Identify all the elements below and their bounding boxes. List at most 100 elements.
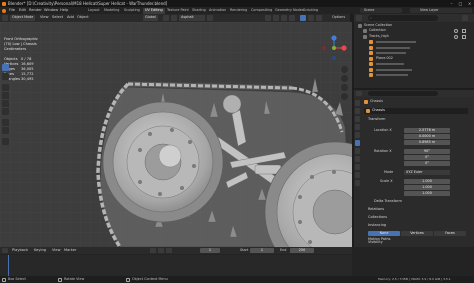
properties-search-input[interactable] [368, 91, 438, 96]
scene-tab-icon[interactable] [355, 124, 360, 130]
output-tab-icon[interactable] [355, 116, 360, 122]
menu-view[interactable]: View [52, 248, 61, 253]
tab-scripting[interactable]: Scripting [301, 8, 320, 14]
editor-type-icon[interactable] [2, 15, 8, 21]
camera-icon[interactable] [462, 34, 466, 39]
camera-icon[interactable] [462, 29, 466, 33]
instancing-vertices-button[interactable]: Vertices [401, 231, 433, 236]
tab-uv-editing[interactable]: UV Editing [143, 7, 165, 14]
list-item[interactable]: Collection [354, 28, 474, 34]
tab-modeling[interactable]: Modeling [102, 8, 121, 14]
menu-add[interactable]: Add [67, 15, 74, 20]
add-cube-tool-icon[interactable] [2, 138, 9, 145]
instancing-faces-button[interactable]: Faces [434, 231, 466, 236]
world-tab-icon[interactable] [355, 132, 360, 138]
shading-rendered-icon[interactable] [316, 15, 322, 21]
pivot-icon[interactable] [163, 15, 169, 21]
end-frame-field[interactable]: 250 [290, 248, 314, 253]
navigation-gizmo[interactable] [320, 34, 348, 62]
instancing-none-button[interactable]: None [368, 231, 400, 236]
outliner-search-input[interactable]: ⌕ [368, 15, 438, 21]
menu-edit[interactable]: Edit [19, 8, 26, 13]
section-transform[interactable]: Transform [368, 117, 385, 123]
tab-sculpting[interactable]: Sculpting [122, 8, 142, 14]
list-item[interactable] [354, 62, 474, 67]
physics-tab-icon[interactable] [355, 156, 360, 162]
timeline-track-area[interactable] [0, 255, 352, 276]
object-name-field[interactable]: Chassis [364, 108, 468, 114]
scale-y-field[interactable]: 1.000 [404, 185, 450, 190]
playhead[interactable] [8, 255, 9, 276]
overlays-icon[interactable] [281, 15, 287, 21]
menu-help[interactable]: Help [60, 8, 68, 13]
jump-end-icon[interactable] [166, 248, 172, 253]
list-item[interactable]: Tracks_high [354, 34, 474, 39]
rotation-x-field[interactable]: 90° [404, 149, 450, 154]
tab-animation[interactable]: Animation [207, 8, 228, 14]
location-x-field[interactable]: 2.5776 m [404, 128, 450, 133]
tool-tab-icon[interactable] [355, 100, 360, 106]
minimize-icon[interactable]: – [449, 1, 454, 6]
menu-select[interactable]: Select [52, 15, 63, 20]
list-item[interactable] [354, 67, 474, 72]
select-box-tool-icon[interactable] [2, 64, 9, 71]
menu-file[interactable]: File [9, 8, 15, 13]
snap-icon[interactable] [171, 15, 177, 21]
tab-shading[interactable]: Shading [190, 8, 208, 14]
scale-tool-icon[interactable] [2, 100, 9, 107]
scene-selector[interactable]: Scene [360, 8, 402, 13]
eye-icon[interactable] [454, 34, 458, 39]
rotation-z-field[interactable]: 0° [404, 161, 450, 166]
tab-texture-paint[interactable]: Texture Paint [165, 8, 191, 14]
editor-type-icon[interactable] [356, 91, 362, 96]
zoom-icon[interactable] [341, 66, 348, 73]
editor-type-icon[interactable] [356, 15, 362, 21]
xray-icon[interactable] [289, 15, 295, 21]
list-item[interactable]: Scene Collection [354, 23, 474, 28]
render-tab-icon[interactable] [355, 108, 360, 114]
annotate-tool-icon[interactable] [2, 119, 9, 126]
shading-material-icon[interactable] [308, 15, 314, 21]
location-z-field[interactable]: 0.8985 m [404, 140, 450, 145]
tab-compositing[interactable]: Compositing [249, 8, 274, 14]
material-tab-icon[interactable] [355, 180, 360, 186]
snap-target-dropdown[interactable]: Asphalt [179, 15, 205, 21]
tab-rendering[interactable]: Rendering [228, 8, 249, 14]
transform-tool-icon[interactable] [2, 108, 9, 115]
move-tool-icon[interactable] [2, 84, 9, 91]
modifier-tab-icon[interactable] [355, 148, 360, 154]
section-collections[interactable]: Collections [368, 215, 387, 221]
maximize-icon[interactable]: □ [458, 1, 463, 6]
gizmo-icon[interactable] [273, 15, 279, 21]
start-frame-field[interactable]: 1 [250, 248, 274, 253]
constraints-tab-icon[interactable] [355, 164, 360, 170]
menu-object[interactable]: Object [77, 15, 89, 20]
current-frame-field[interactable]: 1 [200, 248, 220, 253]
rotation-mode-dropdown[interactable]: XYZ Euler [404, 170, 450, 175]
view-layer-selector[interactable]: View Layer [410, 8, 472, 13]
options-dropdown[interactable]: Options [332, 15, 345, 19]
list-item[interactable] [354, 51, 474, 56]
shading-solid-icon[interactable] [300, 15, 306, 21]
object-tab-icon[interactable] [355, 140, 360, 146]
section-visibility[interactable]: Visibility [368, 240, 383, 245]
measure-tool-icon[interactable] [2, 127, 9, 134]
camera-view-icon[interactable] [341, 84, 348, 91]
jump-start-icon[interactable] [150, 248, 156, 253]
list-item[interactable] [354, 73, 474, 78]
filter-icon[interactable] [462, 15, 468, 21]
orientation-dropdown[interactable]: Global [143, 15, 158, 21]
cursor-tool-icon[interactable] [2, 73, 9, 80]
menu-render[interactable]: Render [29, 8, 42, 13]
menu-view[interactable]: View [40, 15, 49, 20]
close-icon[interactable]: × [467, 1, 472, 6]
play-icon[interactable] [158, 248, 164, 253]
section-relations[interactable]: Relations [368, 207, 384, 213]
scale-z-field[interactable]: 1.000 [404, 191, 450, 196]
3d-viewport[interactable]: Front Orthographic (70) Low | Chassis Ce… [0, 22, 352, 247]
data-tab-icon[interactable] [355, 172, 360, 178]
rotation-y-field[interactable]: 0° [404, 155, 450, 160]
list-item[interactable]: Plane.002 [354, 56, 474, 61]
blender-menu-icon[interactable] [2, 8, 6, 13]
visibility-icon[interactable] [265, 15, 271, 21]
